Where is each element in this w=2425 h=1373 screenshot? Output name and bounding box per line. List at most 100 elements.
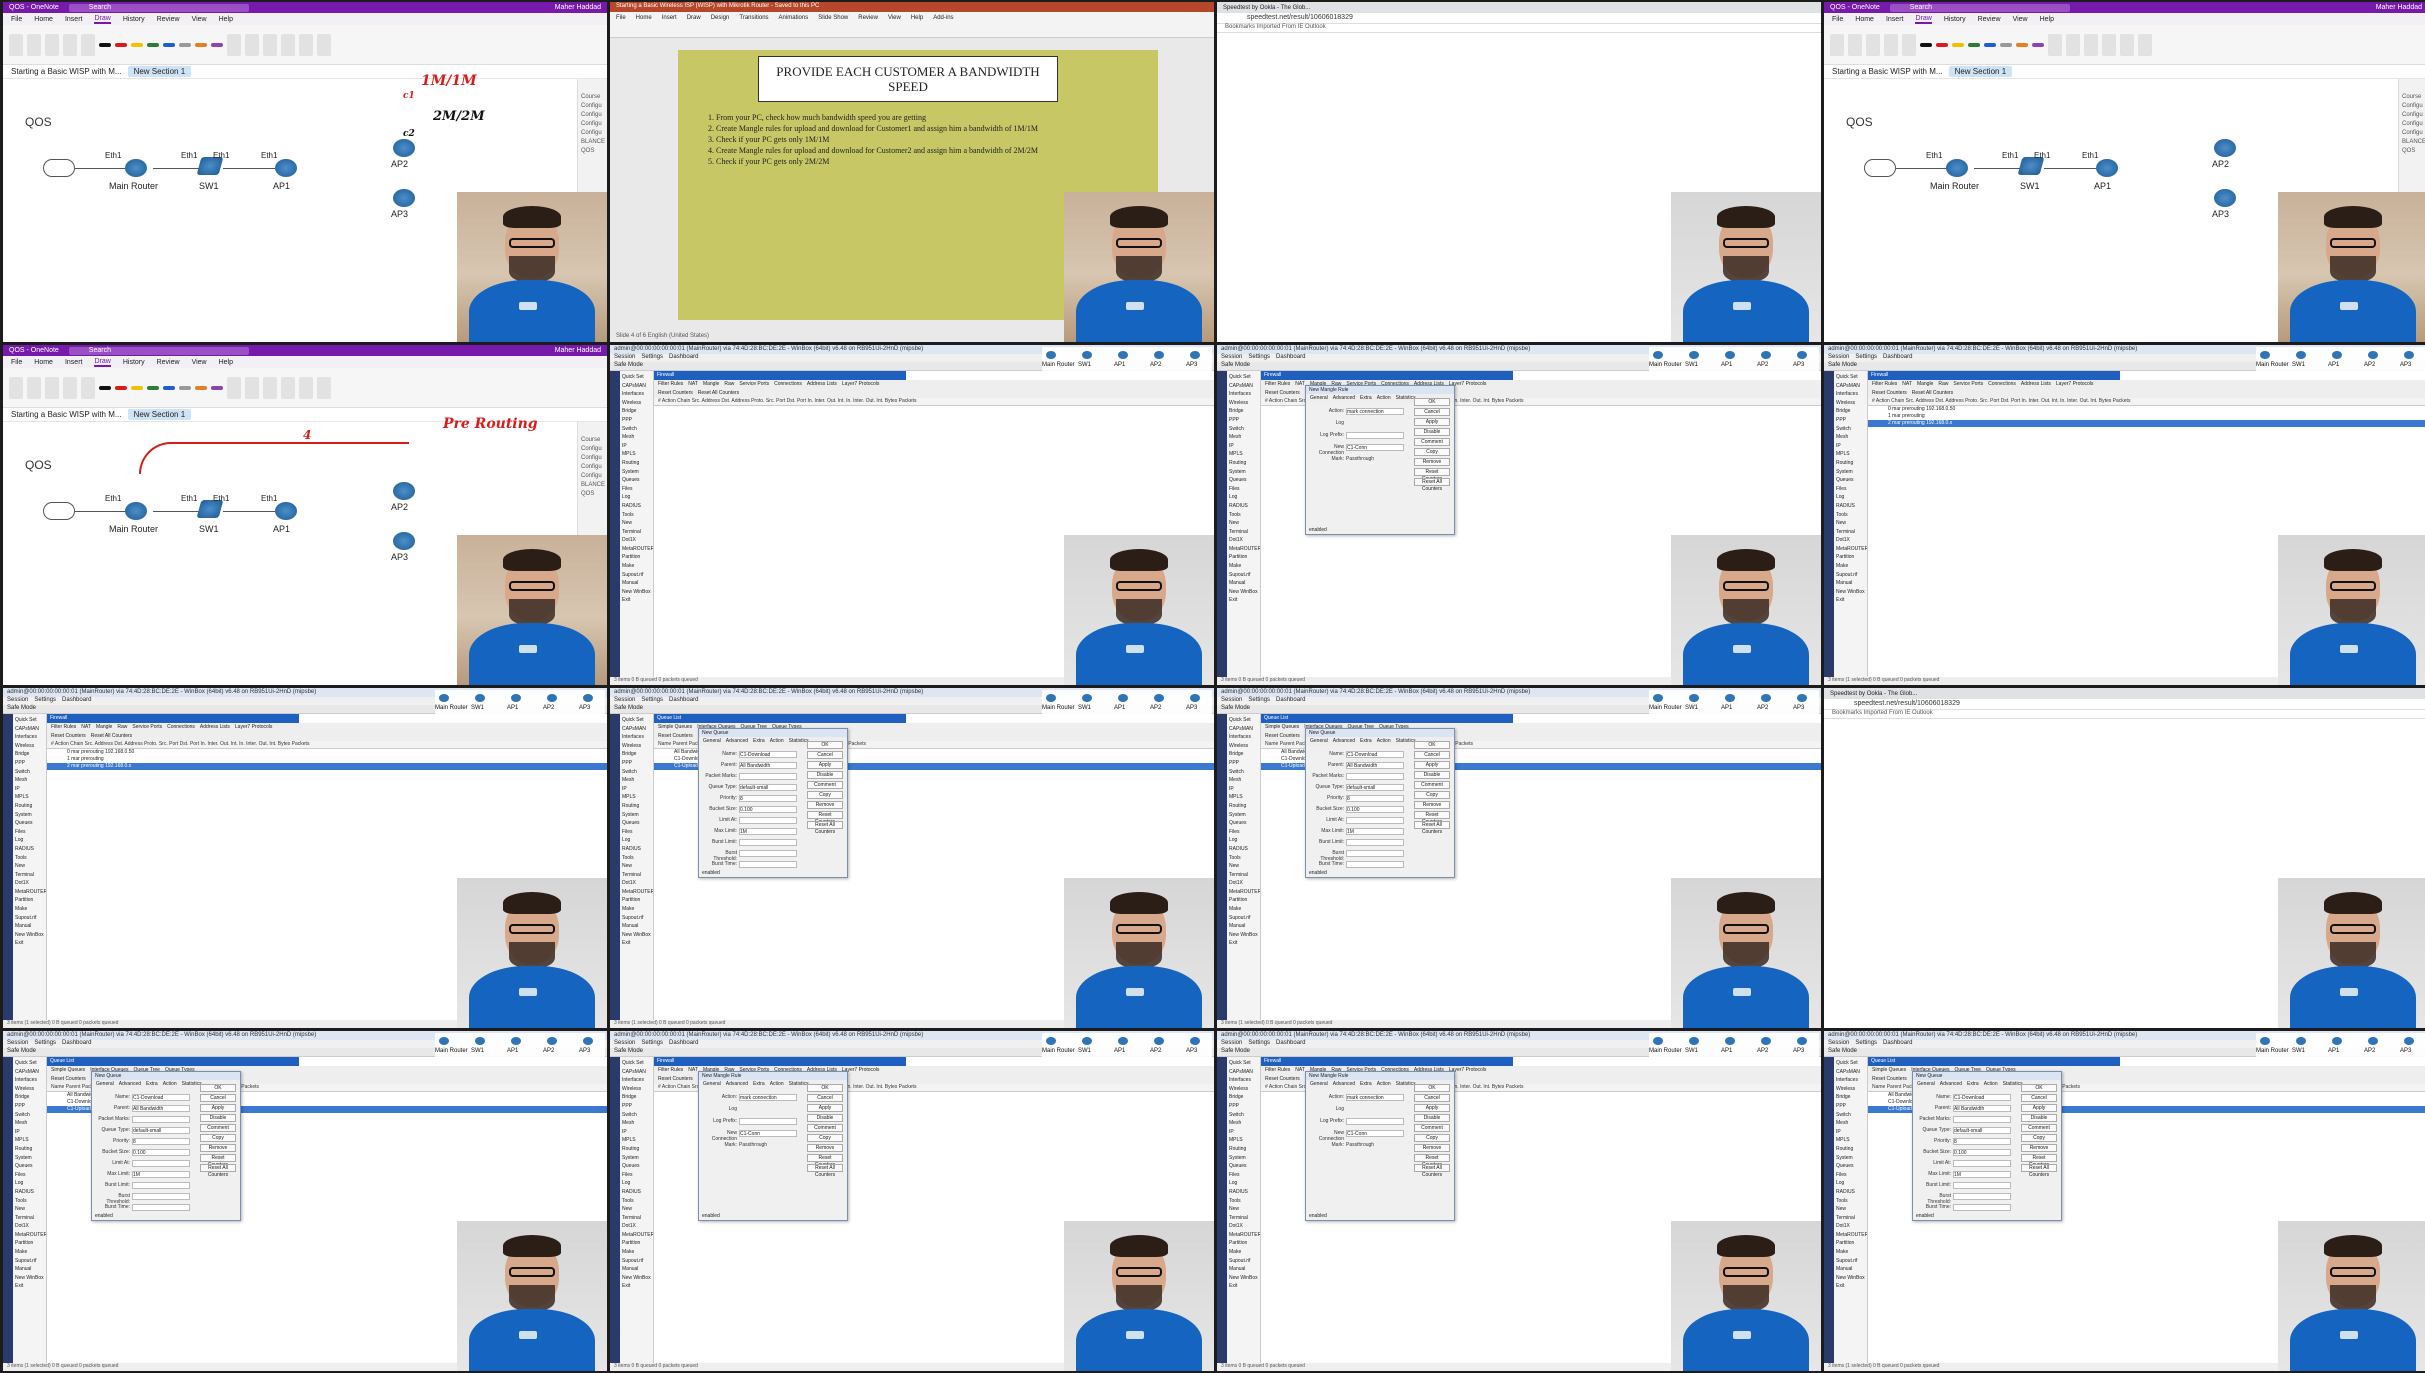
nav-item-dot1x[interactable]: Dot1X [622, 879, 651, 888]
pen-swatch[interactable] [2016, 42, 2028, 47]
dialog-button-reset-all-counters[interactable]: Reset All Counters [807, 1164, 843, 1178]
draw-tool-icon[interactable] [1848, 33, 1862, 56]
nav-item-routing[interactable]: Routing [1836, 459, 1865, 468]
tab-nat[interactable]: NAT [1295, 1067, 1305, 1074]
field-input[interactable] [1953, 1204, 2011, 1211]
ribbon-tool-icon[interactable] [2102, 33, 2116, 56]
nav-item-interfaces[interactable]: Interfaces [622, 390, 651, 399]
nav-item-files[interactable]: Files [622, 1171, 651, 1180]
address-bar[interactable]: speedtest.net/result/10606018329 [1217, 13, 1821, 24]
nav-item-ppp[interactable]: PPP [1836, 1102, 1865, 1111]
dialog-button-ok[interactable]: OK [1414, 398, 1450, 406]
nav-item-radius[interactable]: RADIUS [622, 1188, 651, 1197]
nav-item-metarouter[interactable]: MetaROUTER [1229, 888, 1260, 897]
nav-item-partition[interactable]: Partition [622, 1239, 651, 1248]
section-tab[interactable]: New Section 1 [1948, 66, 2013, 77]
dialog-tab[interactable]: General [96, 1081, 114, 1088]
ribbon-tab-help[interactable]: Help [2040, 16, 2054, 23]
nav-item-capsman[interactable]: CAPsMAN [1836, 1068, 1865, 1077]
reset-counters-button[interactable]: Reset Counters [658, 733, 693, 740]
nav-item-switch[interactable]: Switch [622, 1111, 651, 1120]
safe-mode-button[interactable]: Safe Mode [7, 1048, 36, 1054]
search-input[interactable]: Search [1889, 3, 2070, 12]
field-input[interactable]: C1-Download [1346, 751, 1404, 758]
address-bar[interactable]: speedtest.net/result/10606018329 [1824, 699, 2425, 710]
nav-item-quick-set[interactable]: Quick Set [1836, 373, 1865, 382]
nav-item-new-terminal[interactable]: New Terminal [1229, 519, 1258, 536]
page-list-item[interactable]: Configu [581, 472, 604, 481]
nav-item-files[interactable]: Files [1229, 1171, 1258, 1180]
safe-mode-button[interactable]: Safe Mode [1221, 1048, 1250, 1054]
nav-item-ppp[interactable]: PPP [1229, 1102, 1258, 1111]
page-list-item[interactable]: Configu [581, 445, 604, 454]
pen-swatch[interactable] [211, 385, 223, 390]
nav-item-quick-set[interactable]: Quick Set [15, 1059, 44, 1068]
pen-swatch[interactable] [163, 385, 175, 390]
nav-item-partition[interactable]: Partition [1229, 553, 1258, 562]
nav-item-ppp[interactable]: PPP [622, 1102, 651, 1111]
nav-item-make-supout-rif[interactable]: Make Supout.rif [1836, 562, 1865, 579]
nav-item-interfaces[interactable]: Interfaces [622, 1076, 651, 1085]
reset-all-counters-button[interactable]: Reset All Counters [91, 733, 132, 740]
ribbon-tool-icon[interactable] [317, 376, 331, 399]
dialog-tab[interactable]: Extra [146, 1081, 158, 1088]
dialog-tab[interactable]: General [703, 1081, 721, 1088]
nav-item-make-supout-rif[interactable]: Make Supout.rif [1836, 1248, 1865, 1265]
page-list-item[interactable]: Course [581, 93, 604, 102]
nav-item-manual[interactable]: Manual [1229, 1265, 1258, 1274]
nav-item-files[interactable]: Files [15, 828, 44, 837]
dialog-button-copy[interactable]: Copy [807, 791, 843, 799]
nav-item-mpls[interactable]: MPLS [622, 450, 651, 459]
tab-filter-rules[interactable]: Filter Rules [1872, 381, 1897, 388]
dialog-button-cancel[interactable]: Cancel [1414, 408, 1450, 416]
menu-settings[interactable]: Settings [1248, 354, 1270, 362]
log-checkbox[interactable]: Log [1310, 1106, 1344, 1112]
nav-item-exit[interactable]: Exit [1229, 939, 1258, 948]
nav-item-metarouter[interactable]: MetaROUTER [1836, 1231, 1867, 1240]
dialog-tab[interactable]: Advanced [1333, 395, 1355, 402]
nav-item-quick-set[interactable]: Quick Set [622, 716, 651, 725]
pen-swatch[interactable] [147, 385, 159, 390]
dialog-button-apply[interactable]: Apply [807, 1104, 843, 1112]
dialog-tab[interactable]: Statistics [789, 738, 809, 745]
tab-service-ports[interactable]: Service Ports [132, 724, 162, 731]
nav-item-ip[interactable]: IP [1836, 442, 1865, 451]
nav-item-mesh[interactable]: Mesh [15, 776, 44, 785]
nav-item-dot1x[interactable]: Dot1X [622, 1222, 651, 1231]
nav-item-ppp[interactable]: PPP [1836, 416, 1865, 425]
nav-item-log[interactable]: Log [1229, 493, 1258, 502]
nav-item-switch[interactable]: Switch [1836, 425, 1865, 434]
nav-item-new-winbox[interactable]: New WinBox [1836, 1274, 1865, 1283]
page-list-item[interactable]: Configu [581, 102, 604, 111]
ap1-icon[interactable] [275, 159, 297, 177]
nav-item-exit[interactable]: Exit [1229, 596, 1258, 605]
nav-item-dot1x[interactable]: Dot1X [15, 1222, 44, 1231]
field-input[interactable] [1953, 1160, 2011, 1167]
dialog-button-reset-all-counters[interactable]: Reset All Counters [1414, 478, 1450, 492]
field-input[interactable] [132, 1116, 190, 1123]
draw-tool-icon[interactable] [81, 376, 95, 399]
reset-counters-button[interactable]: Reset Counters [1265, 390, 1300, 397]
ribbon-tab-draw[interactable]: Draw [687, 15, 701, 34]
menu-session[interactable]: Session [614, 1040, 635, 1048]
passthrough-checkbox[interactable]: Passthrough [1346, 1142, 1380, 1148]
page-list-item[interactable]: Course [2402, 93, 2425, 102]
dialog-button-ok[interactable]: OK [2021, 1084, 2057, 1092]
ribbon-tab-review[interactable]: Review [1978, 16, 2001, 23]
nav-item-system[interactable]: System [15, 811, 44, 820]
ribbon-tool-icon[interactable] [2120, 33, 2134, 56]
nav-item-mesh[interactable]: Mesh [1229, 1119, 1258, 1128]
action-select[interactable]: mark connection [1346, 408, 1404, 415]
dialog-tab[interactable]: Statistics [789, 1081, 809, 1088]
nav-item-make-supout-rif[interactable]: Make Supout.rif [1229, 1248, 1258, 1265]
nav-item-new-winbox[interactable]: New WinBox [1229, 931, 1258, 940]
nav-item-metarouter[interactable]: MetaROUTER [1836, 545, 1867, 554]
nav-item-interfaces[interactable]: Interfaces [1229, 390, 1258, 399]
dialog-button-cancel[interactable]: Cancel [807, 1094, 843, 1102]
nav-item-dot1x[interactable]: Dot1X [1229, 1222, 1258, 1231]
menu-dashboard[interactable]: Dashboard [1276, 697, 1305, 705]
dialog-tab[interactable]: Extra [1360, 395, 1372, 402]
draw-tool-icon[interactable] [1830, 33, 1844, 56]
nav-item-exit[interactable]: Exit [15, 939, 44, 948]
ap3-icon[interactable] [2214, 189, 2236, 207]
